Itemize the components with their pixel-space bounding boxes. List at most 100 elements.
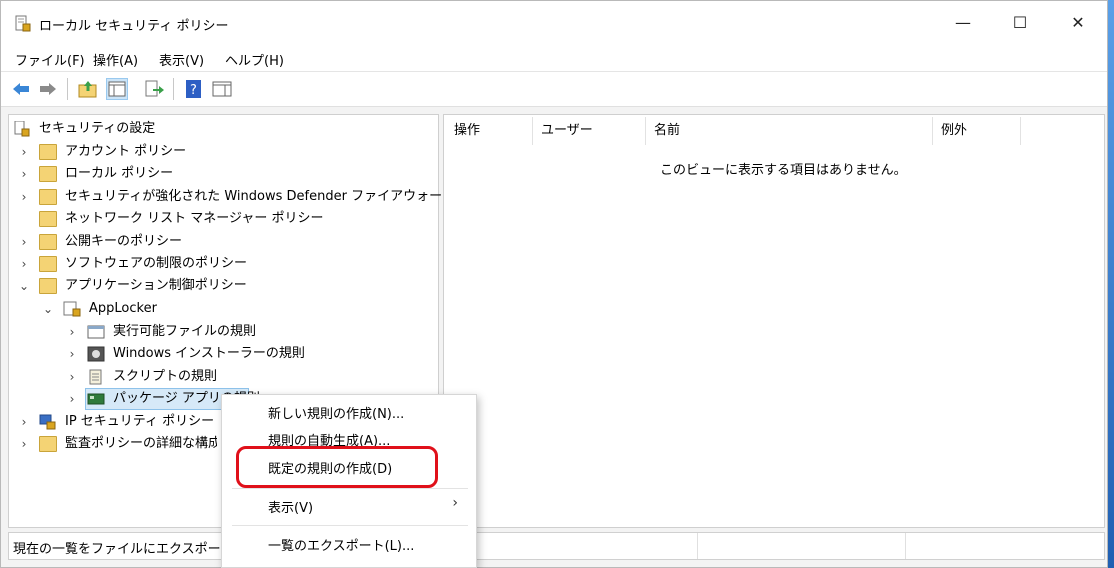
tree-label: ローカル ポリシー [65, 166, 174, 181]
column-header-action[interactable]: 操作 [454, 119, 480, 143]
package-app-icon [87, 393, 105, 405]
export-list-icon[interactable] [143, 78, 165, 100]
tree-label: 監査ポリシーの詳細な構成 [65, 436, 217, 451]
window-title: ローカル セキュリティ ポリシー [39, 19, 229, 34]
column-divider[interactable] [532, 117, 533, 145]
tree-label: スクリプトの規則 [113, 369, 218, 384]
highlight-box [236, 446, 438, 488]
tree-label: アカウント ポリシー [65, 144, 187, 159]
ip-security-icon [39, 414, 56, 430]
folder-icon [39, 278, 57, 294]
applocker-icon [63, 301, 81, 317]
up-folder-icon[interactable] [77, 78, 99, 100]
status-bar: 現在の一覧をファイルにエクスポートします。 [8, 532, 1105, 560]
tree-label: ソフトウェアの制限のポリシー [65, 256, 248, 271]
tree-item-audit-policy[interactable]: › 監査ポリシーの詳細な構成 [17, 433, 217, 455]
show-tree-icon [108, 81, 126, 97]
tree-item-script-rules[interactable]: › スクリプトの規則 [65, 366, 405, 388]
action-pane-icon[interactable] [211, 78, 233, 100]
tree-label: Windows インストーラーの規則 [113, 346, 305, 361]
status-divider [697, 533, 698, 559]
tree-item-software-restriction[interactable]: › ソフトウェアの制限のポリシー [17, 253, 417, 275]
help-icon[interactable]: ? [183, 78, 205, 100]
tree-label: アプリケーション制御ポリシー [65, 278, 247, 293]
chevron-right-icon[interactable]: › [65, 366, 79, 388]
chevron-right-icon[interactable]: › [17, 163, 31, 185]
folder-icon [39, 256, 57, 272]
menu-item-create-new-rule[interactable]: 新しい規則の作成(N)... [268, 403, 404, 422]
close-button[interactable]: ✕ [1050, 1, 1106, 45]
maximize-button[interactable]: ☐ [992, 1, 1048, 45]
tree-label: ネットワーク リスト マネージャー ポリシー [65, 211, 324, 226]
minimize-button[interactable]: — [935, 1, 991, 45]
toolbar-separator [67, 78, 68, 100]
chevron-right-icon[interactable]: › [65, 388, 79, 410]
executable-rules-icon [87, 325, 105, 339]
chevron-right-icon[interactable]: › [17, 253, 31, 275]
column-divider[interactable] [932, 117, 933, 145]
column-header-exception[interactable]: 例外 [941, 119, 967, 143]
menu-separator [232, 525, 468, 526]
menu-file[interactable]: ファイル(F) [15, 50, 85, 69]
folder-lock-icon [39, 144, 57, 160]
title-bar[interactable]: ローカル セキュリティ ポリシー — ☐ ✕ [1, 1, 1107, 45]
menu-bar: ファイル(F) 操作(A) 表示(V) ヘルプ(H) [1, 45, 1107, 72]
tree-item-public-key[interactable]: › 公開キーのポリシー [17, 231, 417, 253]
security-settings-icon [14, 121, 30, 137]
tree-item-ip-security[interactable]: › IP セキュリティ ポリシー (ローカル コンピューター) [17, 411, 217, 433]
desktop-edge [1108, 0, 1114, 568]
chevron-right-icon[interactable]: › [65, 321, 79, 343]
menu-separator [232, 488, 468, 489]
installer-rules-icon [87, 346, 105, 362]
chevron-down-icon[interactable]: ⌄ [41, 298, 55, 320]
tree-item-app-control[interactable]: ⌄ アプリケーション制御ポリシー [17, 275, 417, 297]
tree-item-firewall[interactable]: › セキュリティが強化された Windows Defender ファイアウォール [17, 186, 455, 208]
empty-list-message: このビューに表示する項目はありません。 [660, 163, 907, 178]
tree-item-executable-rules[interactable]: › 実行可能ファイルの規則 [65, 321, 405, 343]
chevron-right-icon[interactable]: › [65, 343, 79, 365]
column-divider[interactable] [645, 117, 646, 145]
column-header-user[interactable]: ユーザー [541, 119, 593, 143]
chevron-down-icon[interactable]: ⌄ [17, 275, 31, 297]
menu-item-export-list[interactable]: 一覧のエクスポート(L)... [268, 535, 414, 554]
chevron-right-icon[interactable]: › [17, 411, 31, 433]
menu-help[interactable]: ヘルプ(H) [225, 50, 284, 69]
folder-icon [39, 436, 57, 452]
menu-action[interactable]: 操作(A) [93, 50, 138, 69]
menu-view[interactable]: 表示(V) [159, 50, 204, 69]
tree-item-applocker[interactable]: ⌄ AppLocker [41, 298, 411, 320]
show-tree-button[interactable] [106, 78, 128, 100]
folder-icon [39, 189, 57, 205]
tree-label: 実行可能ファイルの規則 [113, 324, 257, 339]
submenu-arrow-icon: › [452, 495, 458, 511]
folder-icon [39, 234, 57, 250]
script-rules-icon [89, 369, 102, 385]
back-arrow-icon[interactable] [10, 78, 32, 100]
folder-lock-icon [39, 166, 57, 182]
tree-label: セキュリティの設定 [39, 121, 156, 136]
tree-label: 公開キーのポリシー [65, 234, 183, 249]
tree-item-network-list[interactable]: ネットワーク リスト マネージャー ポリシー [17, 208, 417, 230]
forward-arrow-icon[interactable] [37, 78, 59, 100]
column-divider[interactable] [1020, 117, 1021, 145]
security-policy-icon [15, 15, 31, 32]
folder-icon [39, 211, 57, 227]
chevron-right-icon[interactable]: › [17, 141, 31, 163]
tree-item-installer-rules[interactable]: › Windows インストーラーの規則 [65, 343, 405, 365]
tree-label: AppLocker [89, 301, 157, 316]
menu-item-view[interactable]: 表示(V) [268, 497, 313, 516]
chevron-right-icon[interactable]: › [17, 231, 31, 253]
svg-text:?: ? [190, 83, 197, 98]
column-header-name[interactable]: 名前 [654, 119, 680, 143]
tree-label: セキュリティが強化された Windows Defender ファイアウォール [65, 189, 456, 204]
list-pane: 操作 ユーザー 名前 例外 このビューに表示する項目はありません。 [443, 114, 1105, 528]
chevron-right-icon[interactable]: › [17, 433, 31, 455]
chevron-right-icon[interactable]: › [17, 186, 31, 208]
toolbar-separator [173, 78, 174, 100]
status-divider [905, 533, 906, 559]
app-window: ローカル セキュリティ ポリシー — ☐ ✕ ファイル(F) 操作(A) 表示(… [0, 0, 1108, 568]
tree-root[interactable]: セキュリティの設定 [13, 118, 413, 140]
tree-item-account-policy[interactable]: › アカウント ポリシー [17, 141, 417, 163]
toolbar: ? [1, 72, 1107, 107]
tree-item-local-policy[interactable]: › ローカル ポリシー [17, 163, 417, 185]
